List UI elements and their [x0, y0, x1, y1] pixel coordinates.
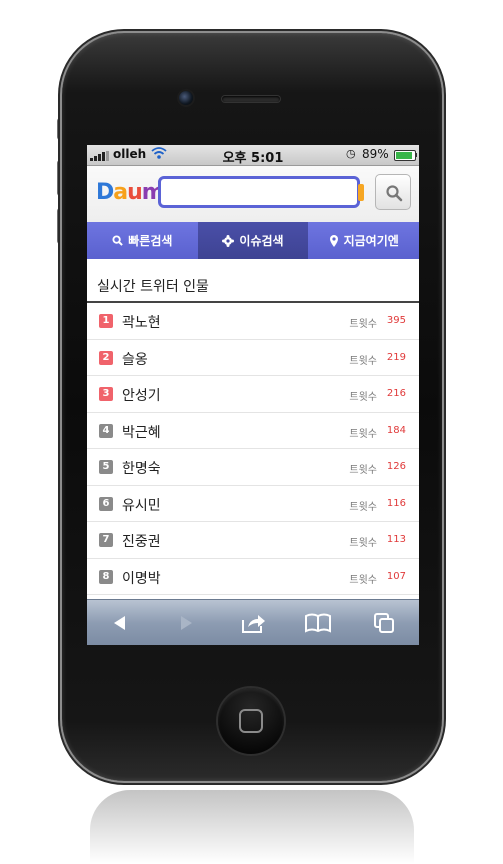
tweet-count: 219 — [386, 351, 406, 363]
tab-label: 이슈검색 — [239, 234, 284, 248]
tweet-count: 395 — [386, 315, 406, 326]
section-title: 실시간 트위터 인물 — [97, 279, 209, 295]
battery-tip — [415, 153, 417, 157]
rank-badge: 2 — [99, 350, 113, 365]
rank-badge: 1 — [99, 314, 113, 328]
logo-letter: u — [127, 180, 143, 205]
search-icon — [112, 235, 124, 246]
tweet-count: 113 — [386, 534, 406, 545]
battery-icon — [394, 150, 416, 161]
rank-badge: 6 — [99, 496, 113, 511]
person-name[interactable]: 안성기 — [122, 385, 161, 405]
tweet-count: 184 — [386, 424, 406, 436]
person-name[interactable]: 한명숙 — [122, 458, 161, 478]
time-prefix: 오후 — [222, 151, 247, 166]
tweet-count: 126 — [386, 461, 406, 472]
front-camera-icon — [179, 91, 193, 105]
tweet-count: 107 — [386, 570, 406, 582]
text-cursor — [358, 184, 364, 201]
rank-badge: 4 — [99, 423, 113, 438]
logo-letter: a — [113, 180, 128, 205]
rank-badge: 5 — [99, 460, 113, 474]
tweet-count-label: 트윗수 — [349, 465, 377, 476]
tab-label: 빠른검색 — [128, 234, 173, 248]
time-value: 5:01 — [251, 151, 284, 166]
forward-arrow-icon[interactable] — [173, 611, 199, 635]
rank-badge: 7 — [99, 533, 113, 547]
battery-percent: 89% — [362, 147, 389, 161]
person-name[interactable]: 곽노현 — [122, 312, 161, 332]
tweet-count-label: 트윗수 — [349, 501, 377, 513]
home-button[interactable] — [218, 688, 284, 754]
list-item[interactable]: 8 이명박 트윗수 107 — [87, 559, 419, 595]
tab-bar: 빠른검색 이슈검색 지금여기엔 — [87, 222, 419, 259]
list-item[interactable]: 4 박근혜 트윗수 184 — [87, 413, 419, 449]
list-item[interactable]: 1 곽노현 트윗수 395 — [87, 303, 419, 340]
rank-badge: 3 — [99, 387, 113, 401]
magnifier-icon — [386, 185, 403, 202]
phone-reflection — [90, 790, 414, 864]
browser-toolbar — [87, 599, 419, 645]
list-item[interactable]: 2 슬옹 트윗수 219 — [87, 340, 419, 376]
tweet-count-label: 트윗수 — [349, 574, 377, 586]
rank-badge: 8 — [99, 569, 113, 584]
pages-icon[interactable] — [371, 611, 397, 635]
bookmarks-icon[interactable] — [305, 611, 331, 635]
status-bar: olleh 오후 5:01 ◷ 89% — [87, 145, 419, 166]
tweet-count: 116 — [386, 497, 406, 509]
home-square-icon — [239, 709, 263, 733]
person-name[interactable]: 유시민 — [122, 495, 161, 515]
person-name[interactable]: 이명박 — [122, 568, 161, 588]
search-button[interactable] — [375, 174, 411, 210]
list-item[interactable]: 3 안성기 트윗수 216 — [87, 376, 419, 413]
tab-here-now[interactable]: 지금여기엔 — [308, 222, 419, 259]
tweet-count-label: 트윗수 — [349, 392, 377, 403]
tweet-count-label: 트윗수 — [349, 355, 377, 367]
tweet-count-label: 트윗수 — [349, 319, 377, 330]
list-item[interactable]: 5 한명숙 트윗수 126 — [87, 449, 419, 486]
list-item[interactable]: 6 유시민 트윗수 116 — [87, 486, 419, 522]
phone-screen: olleh 오후 5:01 ◷ 89% Daum 빠른검색 이슈검색 지금여기엔… — [87, 145, 419, 645]
person-name[interactable]: 박근혜 — [122, 422, 161, 442]
logo-letter: D — [96, 180, 114, 205]
person-name[interactable]: 슬옹 — [122, 349, 148, 369]
list-item[interactable]: 7 진중권 트윗수 113 — [87, 522, 419, 559]
person-name[interactable]: 진중권 — [122, 531, 161, 551]
tab-issue-search[interactable]: 이슈검색 — [197, 222, 309, 259]
tweet-count-label: 트윗수 — [349, 538, 377, 549]
tab-label: 지금여기엔 — [343, 234, 399, 248]
search-header: Daum — [87, 166, 419, 222]
tweet-count: 216 — [386, 388, 406, 399]
back-arrow-icon[interactable] — [107, 611, 133, 635]
ranking-list: 1 곽노현 트윗수 395 2 슬옹 트윗수 219 3 안성기 트윗수 216… — [87, 303, 419, 595]
location-pin-icon — [329, 234, 339, 247]
tab-quick-search[interactable]: 빠른검색 — [87, 222, 198, 259]
share-icon[interactable] — [240, 611, 266, 635]
search-input[interactable] — [158, 176, 360, 208]
tweet-count-label: 트윗수 — [349, 428, 377, 440]
earpiece-speaker — [222, 96, 280, 102]
alarm-clock-icon: ◷ — [346, 147, 356, 160]
battery-fill — [396, 152, 413, 159]
daum-logo[interactable]: Daum — [96, 180, 165, 205]
gear-icon — [222, 234, 235, 247]
